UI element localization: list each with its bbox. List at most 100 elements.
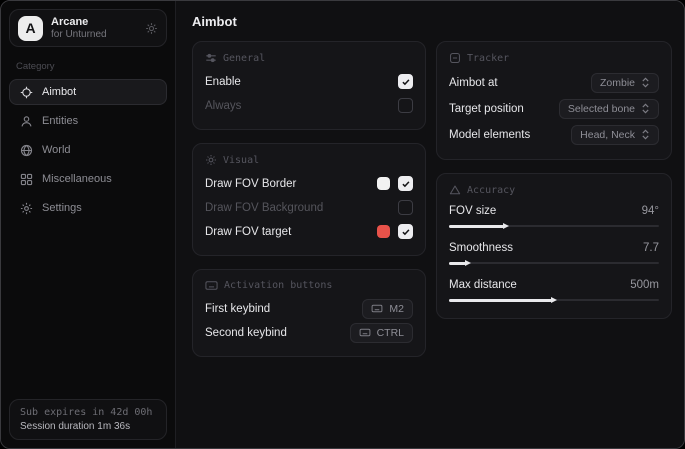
chevron-up-down-icon — [641, 129, 650, 140]
sidebar-item-label: Miscellaneous — [42, 173, 112, 185]
card-title: Activation buttons — [224, 280, 332, 291]
setting-row: Always — [205, 94, 413, 117]
setting-row: Second keybind CTRL — [205, 321, 413, 344]
select-value: Head, Neck — [580, 129, 635, 141]
crosshair-icon — [20, 86, 33, 99]
max-distance-value: 500m — [630, 279, 659, 291]
sidebar-item-label: Aimbot — [42, 86, 76, 98]
keyboard-icon — [359, 328, 371, 337]
app-window: A Arcane for Unturned Category — [0, 0, 685, 449]
card-title: General — [223, 53, 265, 64]
slider-track — [449, 262, 659, 264]
sub-expiry-text: Sub expires in 42d 00h — [20, 407, 156, 418]
setting-row: Target position Selected bone — [449, 96, 659, 121]
keyboard-icon — [205, 280, 218, 291]
page-title: Aimbot — [192, 14, 672, 29]
category-label: Category — [16, 61, 160, 72]
chevron-up-down-icon — [641, 103, 650, 114]
fov-border-color-swatch[interactable] — [377, 177, 390, 190]
first-keybind-button[interactable]: M2 — [362, 299, 413, 319]
sidebar-item-miscellaneous[interactable]: Miscellaneous — [9, 166, 167, 192]
setting-label: FOV size — [449, 205, 496, 217]
select-value: Selected bone — [568, 103, 635, 115]
slider-fill — [449, 262, 466, 265]
setting-label: Second keybind — [205, 327, 287, 339]
card-visual: Visual Draw FOV Border — [192, 143, 426, 256]
setting-row: Draw FOV Border — [205, 172, 413, 195]
setting-label: Model elements — [449, 129, 530, 141]
brand-logo: A — [18, 16, 43, 41]
subscription-status-card: Sub expires in 42d 00h Session duration … — [9, 399, 167, 440]
sidebar-item-label: World — [42, 144, 71, 156]
gear-icon — [20, 202, 33, 215]
card-title: Tracker — [467, 53, 509, 64]
tracker-box-icon — [449, 52, 461, 64]
smoothness-slider[interactable] — [449, 259, 659, 267]
entities-icon — [20, 115, 33, 128]
sliders-icon — [205, 52, 217, 64]
grid-icon — [20, 173, 33, 186]
fov-target-checkbox[interactable] — [398, 224, 413, 239]
slider-group: Smoothness 7.7 — [449, 239, 659, 267]
main-content: Aimbot General — [176, 1, 684, 448]
setting-row: Draw FOV Background — [205, 196, 413, 219]
setting-label: Aimbot at — [449, 77, 498, 89]
setting-label: Draw FOV Background — [205, 202, 323, 214]
fov-border-checkbox[interactable] — [398, 176, 413, 191]
brand-card: A Arcane for Unturned — [9, 9, 167, 47]
max-distance-slider[interactable] — [449, 296, 659, 304]
fov-size-slider[interactable] — [449, 222, 659, 230]
fov-background-checkbox[interactable] — [398, 200, 413, 215]
setting-row: Enable — [205, 70, 413, 93]
card-general: General Enable Always — [192, 41, 426, 130]
sidebar-item-label: Settings — [42, 202, 82, 214]
slider-fill — [449, 299, 552, 302]
enable-checkbox[interactable] — [398, 74, 413, 89]
keybind-value: CTRL — [377, 327, 404, 339]
setting-label: Max distance — [449, 279, 517, 291]
card-accuracy: Accuracy FOV size 94° — [436, 173, 672, 319]
smoothness-value: 7.7 — [643, 242, 659, 254]
globe-icon — [20, 144, 33, 157]
brand-subtitle: for Unturned — [51, 29, 107, 41]
second-keybind-button[interactable]: CTRL — [350, 323, 413, 343]
sidebar-item-settings[interactable]: Settings — [9, 195, 167, 221]
setting-label: First keybind — [205, 303, 270, 315]
setting-label: Enable — [205, 76, 241, 88]
session-duration-text: Session duration 1m 36s — [20, 421, 156, 432]
brand-name: Arcane — [51, 16, 107, 29]
check-icon — [401, 227, 411, 237]
check-icon — [401, 179, 411, 189]
always-checkbox[interactable] — [398, 98, 413, 113]
sidebar-item-entities[interactable]: Entities — [9, 108, 167, 134]
setting-row: Draw FOV target — [205, 220, 413, 243]
setting-row: Model elements Head, Neck — [449, 122, 659, 147]
sidebar-item-world[interactable]: World — [9, 137, 167, 163]
sidebar-item-aimbot[interactable]: Aimbot — [9, 79, 167, 105]
select-value: Zombie — [600, 77, 635, 89]
setting-row: Aimbot at Zombie — [449, 70, 659, 95]
slider-group: Max distance 500m — [449, 276, 659, 304]
sun-icon — [205, 154, 217, 166]
model-elements-select[interactable]: Head, Neck — [571, 125, 659, 145]
slider-group: FOV size 94° — [449, 202, 659, 230]
keyboard-icon — [371, 304, 383, 313]
fov-target-color-swatch[interactable] — [377, 225, 390, 238]
sync-gear-icon[interactable] — [145, 22, 158, 35]
sidebar-nav: Aimbot Entities World — [9, 79, 167, 221]
setting-label: Smoothness — [449, 242, 513, 254]
target-position-select[interactable]: Selected bone — [559, 99, 659, 119]
card-activation-buttons: Activation buttons First keybind M2 — [192, 269, 426, 357]
sidebar: A Arcane for Unturned Category — [1, 1, 176, 448]
setting-label: Target position — [449, 103, 524, 115]
setting-label: Always — [205, 100, 241, 112]
keybind-value: M2 — [389, 303, 404, 315]
brand-text: Arcane for Unturned — [51, 16, 107, 40]
slider-fill — [449, 225, 504, 228]
aimbot-at-select[interactable]: Zombie — [591, 73, 659, 93]
card-title: Accuracy — [467, 185, 515, 196]
sidebar-item-label: Entities — [42, 115, 78, 127]
card-title: Visual — [223, 155, 259, 166]
fov-size-value: 94° — [642, 205, 659, 217]
triangle-icon — [449, 184, 461, 196]
